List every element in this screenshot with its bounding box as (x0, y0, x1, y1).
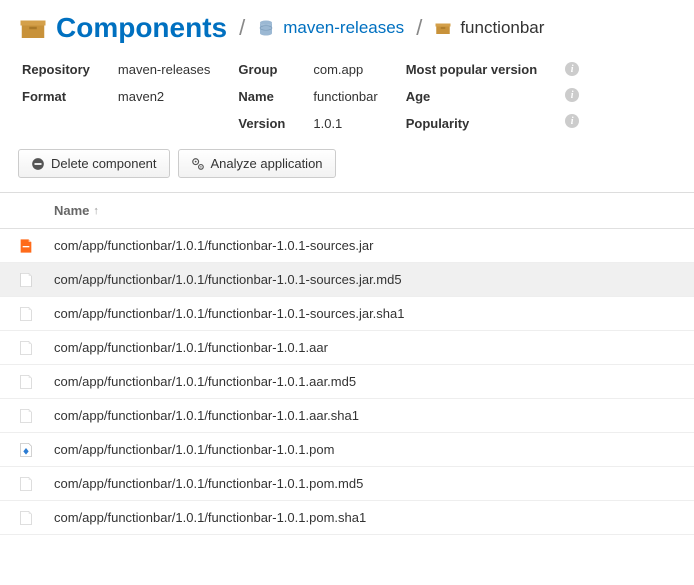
page-title[interactable]: Components (56, 12, 227, 44)
file-file-icon (0, 305, 48, 323)
delete-button-label: Delete component (51, 156, 157, 171)
column-header-name[interactable]: Name ↑ (48, 193, 694, 228)
breadcrumb: Components / maven-releases / functionba… (0, 0, 694, 62)
meta-popularity-label: Popularity (406, 116, 537, 131)
asset-name: com/app/functionbar/1.0.1/functionbar-1.… (48, 238, 694, 253)
box-icon (18, 13, 48, 43)
pom-file-icon (0, 441, 48, 459)
meta-format-label: Format (22, 89, 90, 104)
asset-name: com/app/functionbar/1.0.1/functionbar-1.… (48, 306, 694, 321)
table-header: Name ↑ (0, 193, 694, 229)
table-row[interactable]: com/app/functionbar/1.0.1/functionbar-1.… (0, 399, 694, 433)
breadcrumb-repo[interactable]: maven-releases (283, 18, 404, 38)
breadcrumb-separator: / (416, 15, 422, 41)
delete-component-button[interactable]: Delete component (18, 149, 170, 178)
info-icon[interactable]: i (565, 62, 579, 76)
meta-format-value: maven2 (118, 89, 211, 104)
action-bar: Delete component Analyze application (0, 149, 694, 192)
meta-name-value: functionbar (313, 89, 377, 104)
asset-name: com/app/functionbar/1.0.1/functionbar-1.… (48, 476, 694, 491)
asset-name: com/app/functionbar/1.0.1/functionbar-1.… (48, 272, 694, 287)
table-row[interactable]: com/app/functionbar/1.0.1/functionbar-1.… (0, 229, 694, 263)
table-row[interactable]: com/app/functionbar/1.0.1/functionbar-1.… (0, 433, 694, 467)
file-file-icon (0, 373, 48, 391)
table-row[interactable]: com/app/functionbar/1.0.1/functionbar-1.… (0, 501, 694, 535)
meta-panel: Repository Format maven-releases maven2 … (0, 62, 694, 149)
database-icon (257, 19, 275, 37)
meta-name-label: Name (238, 89, 285, 104)
breadcrumb-separator: / (239, 15, 245, 41)
sort-ascending-icon: ↑ (93, 205, 99, 217)
meta-version-label: Version (238, 116, 285, 131)
file-file-icon (0, 407, 48, 425)
asset-name: com/app/functionbar/1.0.1/functionbar-1.… (48, 408, 694, 423)
table-row[interactable]: com/app/functionbar/1.0.1/functionbar-1.… (0, 297, 694, 331)
file-file-icon (0, 475, 48, 493)
info-icon[interactable]: i (565, 88, 579, 102)
box-small-icon (434, 19, 452, 37)
asset-name: com/app/functionbar/1.0.1/functionbar-1.… (48, 374, 694, 389)
file-file-icon (0, 339, 48, 357)
file-file-icon (0, 271, 48, 289)
minus-circle-icon (31, 157, 45, 171)
asset-name: com/app/functionbar/1.0.1/functionbar-1.… (48, 340, 694, 355)
gears-icon (191, 157, 205, 171)
jar-file-icon (0, 237, 48, 255)
breadcrumb-component: functionbar (460, 18, 544, 38)
info-icon[interactable]: i (565, 114, 579, 128)
meta-repository-value: maven-releases (118, 62, 211, 77)
analyze-button-label: Analyze application (211, 156, 323, 171)
meta-group-value: com.app (313, 62, 377, 77)
table-row[interactable]: com/app/functionbar/1.0.1/functionbar-1.… (0, 467, 694, 501)
table-row[interactable]: com/app/functionbar/1.0.1/functionbar-1.… (0, 331, 694, 365)
asset-table: Name ↑ com/app/functionbar/1.0.1/functio… (0, 192, 694, 535)
file-file-icon (0, 509, 48, 527)
meta-group-label: Group (238, 62, 285, 77)
asset-name: com/app/functionbar/1.0.1/functionbar-1.… (48, 442, 694, 457)
meta-repository-label: Repository (22, 62, 90, 77)
meta-age-label: Age (406, 89, 537, 104)
meta-version-value: 1.0.1 (313, 116, 377, 131)
asset-name: com/app/functionbar/1.0.1/functionbar-1.… (48, 510, 694, 525)
table-row[interactable]: com/app/functionbar/1.0.1/functionbar-1.… (0, 365, 694, 399)
table-row[interactable]: com/app/functionbar/1.0.1/functionbar-1.… (0, 263, 694, 297)
meta-popular-label: Most popular version (406, 62, 537, 77)
analyze-application-button[interactable]: Analyze application (178, 149, 336, 178)
